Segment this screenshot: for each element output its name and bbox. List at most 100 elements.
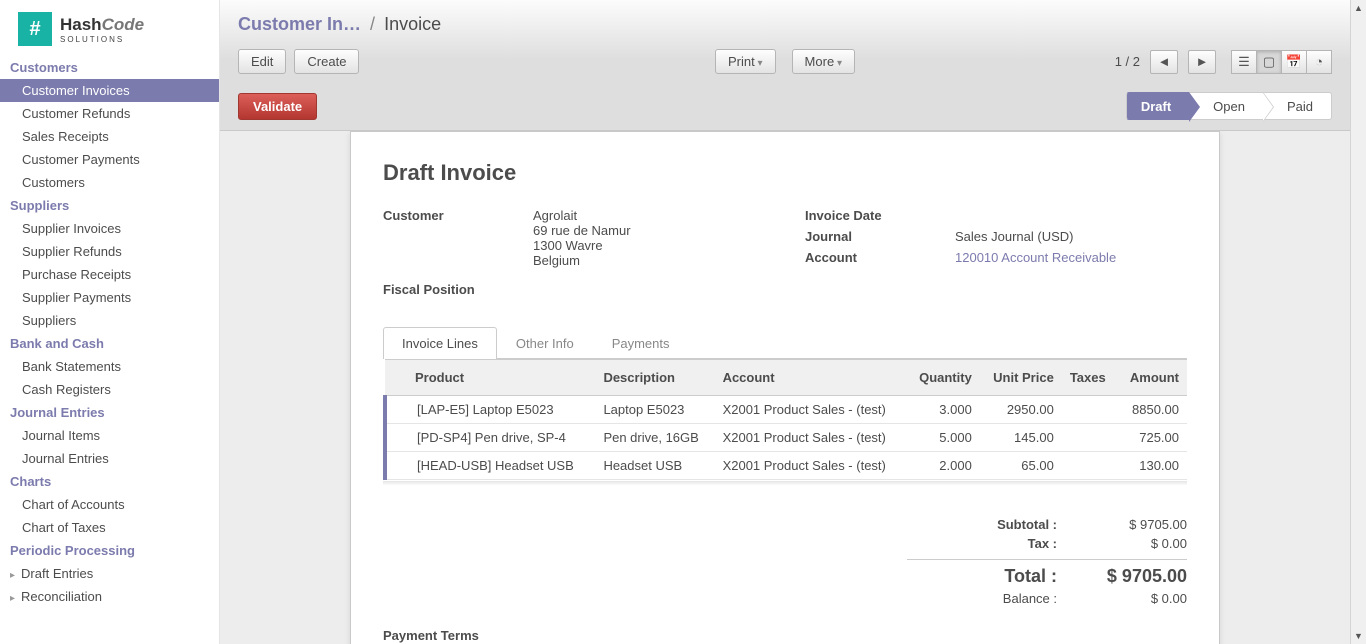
cell: 725.00 (1117, 424, 1187, 452)
nav-group-journal-entries[interactable]: Journal Entries (0, 401, 219, 424)
calendar-view-icon[interactable]: 📅 (1281, 50, 1307, 74)
sidebar-item-customer-refunds[interactable]: Customer Refunds (0, 102, 219, 125)
sidebar-item-journal-items[interactable]: Journal Items (0, 424, 219, 447)
tab-invoice-lines[interactable]: Invoice Lines (383, 327, 497, 359)
journal-value[interactable]: Sales Journal (USD) (955, 229, 1074, 244)
tab-payments[interactable]: Payments (593, 327, 689, 359)
col-description[interactable]: Description (595, 360, 714, 396)
sidebar-item-chart-of-taxes[interactable]: Chart of Taxes (0, 516, 219, 539)
nav-group-customers[interactable]: Customers (0, 56, 219, 79)
col-quantity[interactable]: Quantity (906, 360, 980, 396)
sidebar-item-draft-entries[interactable]: Draft Entries (0, 562, 219, 585)
sidebar: # HashCode SOLUTIONS CustomersCustomer I… (0, 0, 220, 644)
account-link[interactable]: 120010 Account Receivable (955, 250, 1116, 265)
cell: 130.00 (1117, 452, 1187, 480)
page-title: Draft Invoice (383, 160, 1187, 186)
logo-text-b: Code (102, 15, 145, 34)
sidebar-item-bank-statements[interactable]: Bank Statements (0, 355, 219, 378)
nav-group-bank-and-cash[interactable]: Bank and Cash (0, 332, 219, 355)
sidebar-item-cash-registers[interactable]: Cash Registers (0, 378, 219, 401)
nav-group-periodic-processing[interactable]: Periodic Processing (0, 539, 219, 562)
cell: X2001 Product Sales - (test) (715, 396, 907, 424)
scroll-up-icon[interactable]: ▲ (1351, 0, 1366, 16)
sidebar-item-supplier-refunds[interactable]: Supplier Refunds (0, 240, 219, 263)
print-button[interactable]: Print (715, 49, 776, 74)
toolbar: Edit Create Print More 1 / 2 ◄ ► ☰ ▢ 📅 ◔ (220, 49, 1350, 86)
cell: 2950.00 (980, 396, 1062, 424)
main: Customer In… / Invoice Edit Create Print… (220, 0, 1350, 644)
sidebar-item-customer-invoices[interactable]: Customer Invoices (0, 79, 219, 102)
tab-other-info[interactable]: Other Info (497, 327, 593, 359)
edit-button[interactable]: Edit (238, 49, 286, 74)
sidebar-item-customers[interactable]: Customers (0, 171, 219, 194)
breadcrumb: Customer In… / Invoice (238, 14, 1332, 35)
sidebar-item-sales-receipts[interactable]: Sales Receipts (0, 125, 219, 148)
balance-label: Balance : (907, 591, 1087, 606)
statusbar: Validate DraftOpenPaid (220, 86, 1350, 131)
label-invoice-date: Invoice Date (805, 208, 955, 223)
nav-group-suppliers[interactable]: Suppliers (0, 194, 219, 217)
nav-group-charts[interactable]: Charts (0, 470, 219, 493)
subtotal-value: $ 9705.00 (1087, 517, 1187, 532)
scrollbar[interactable]: ▲ ▼ (1350, 0, 1366, 644)
logo-subtext: SOLUTIONS (60, 35, 144, 44)
sidebar-item-supplier-payments[interactable]: Supplier Payments (0, 286, 219, 309)
prev-button[interactable]: ◄ (1150, 50, 1178, 74)
total-value: $ 9705.00 (1087, 566, 1187, 587)
view-switcher: ☰ ▢ 📅 ◔ (1232, 50, 1332, 74)
sidebar-item-purchase-receipts[interactable]: Purchase Receipts (0, 263, 219, 286)
scrollbar-track[interactable] (1351, 16, 1366, 628)
col-product[interactable]: Product (385, 360, 595, 396)
validate-button[interactable]: Validate (238, 93, 317, 120)
customer-link[interactable]: Agrolait (533, 208, 631, 223)
col-account[interactable]: Account (715, 360, 907, 396)
cell: 2.000 (906, 452, 980, 480)
subtotal-label: Subtotal : (907, 517, 1087, 532)
col-unit-price[interactable]: Unit Price (980, 360, 1062, 396)
logo[interactable]: # HashCode SOLUTIONS (0, 0, 219, 56)
sidebar-item-customer-payments[interactable]: Customer Payments (0, 148, 219, 171)
customer-addr-2: 1300 Wavre (533, 238, 631, 253)
logo-text-a: Hash (60, 15, 102, 34)
step-open[interactable]: Open (1189, 92, 1263, 120)
scroll-down-icon[interactable]: ▼ (1351, 628, 1366, 644)
total-label: Total : (907, 566, 1087, 587)
col-amount[interactable]: Amount (1117, 360, 1187, 396)
sidebar-item-chart-of-accounts[interactable]: Chart of Accounts (0, 493, 219, 516)
cell: 8850.00 (1117, 396, 1187, 424)
cell (1062, 396, 1118, 424)
list-view-icon[interactable]: ☰ (1231, 50, 1257, 74)
customer-addr-1: 69 rue de Namur (533, 223, 631, 238)
table-row[interactable]: [HEAD-USB] Headset USBHeadset USBX2001 P… (385, 452, 1187, 480)
sidebar-item-reconciliation[interactable]: Reconciliation (0, 585, 219, 608)
totals: Subtotal :$ 9705.00 Tax :$ 0.00 Total :$… (383, 515, 1187, 608)
label-customer: Customer (383, 208, 533, 223)
col-taxes[interactable]: Taxes (1062, 360, 1118, 396)
table-bottom-shadow (383, 481, 1187, 485)
next-button[interactable]: ► (1188, 50, 1216, 74)
tax-label: Tax : (907, 536, 1087, 551)
more-button[interactable]: More (792, 49, 855, 74)
cell: [PD-SP4] Pen drive, SP-4 (385, 424, 595, 452)
content: Draft Invoice Customer Agrolait 69 rue d… (220, 131, 1350, 644)
cell: 5.000 (906, 424, 980, 452)
sidebar-item-supplier-invoices[interactable]: Supplier Invoices (0, 217, 219, 240)
breadcrumb-parent[interactable]: Customer In… (238, 14, 361, 34)
cell: [HEAD-USB] Headset USB (385, 452, 595, 480)
sidebar-item-journal-entries[interactable]: Journal Entries (0, 447, 219, 470)
sidebar-item-suppliers[interactable]: Suppliers (0, 309, 219, 332)
cell (1062, 424, 1118, 452)
cell: 65.00 (980, 452, 1062, 480)
cell: 3.000 (906, 396, 980, 424)
step-draft[interactable]: Draft (1126, 92, 1189, 120)
table-row[interactable]: [PD-SP4] Pen drive, SP-4Pen drive, 16GBX… (385, 424, 1187, 452)
breadcrumb-sep: / (370, 14, 375, 34)
label-journal: Journal (805, 229, 955, 244)
form-view-icon[interactable]: ▢ (1256, 50, 1282, 74)
pager: 1 / 2 (1115, 54, 1140, 69)
cell (1062, 452, 1118, 480)
graph-view-icon[interactable]: ◔ (1306, 50, 1332, 74)
table-row[interactable]: [LAP-E5] Laptop E5023Laptop E5023X2001 P… (385, 396, 1187, 424)
create-button[interactable]: Create (294, 49, 359, 74)
balance-value: $ 0.00 (1087, 591, 1187, 606)
